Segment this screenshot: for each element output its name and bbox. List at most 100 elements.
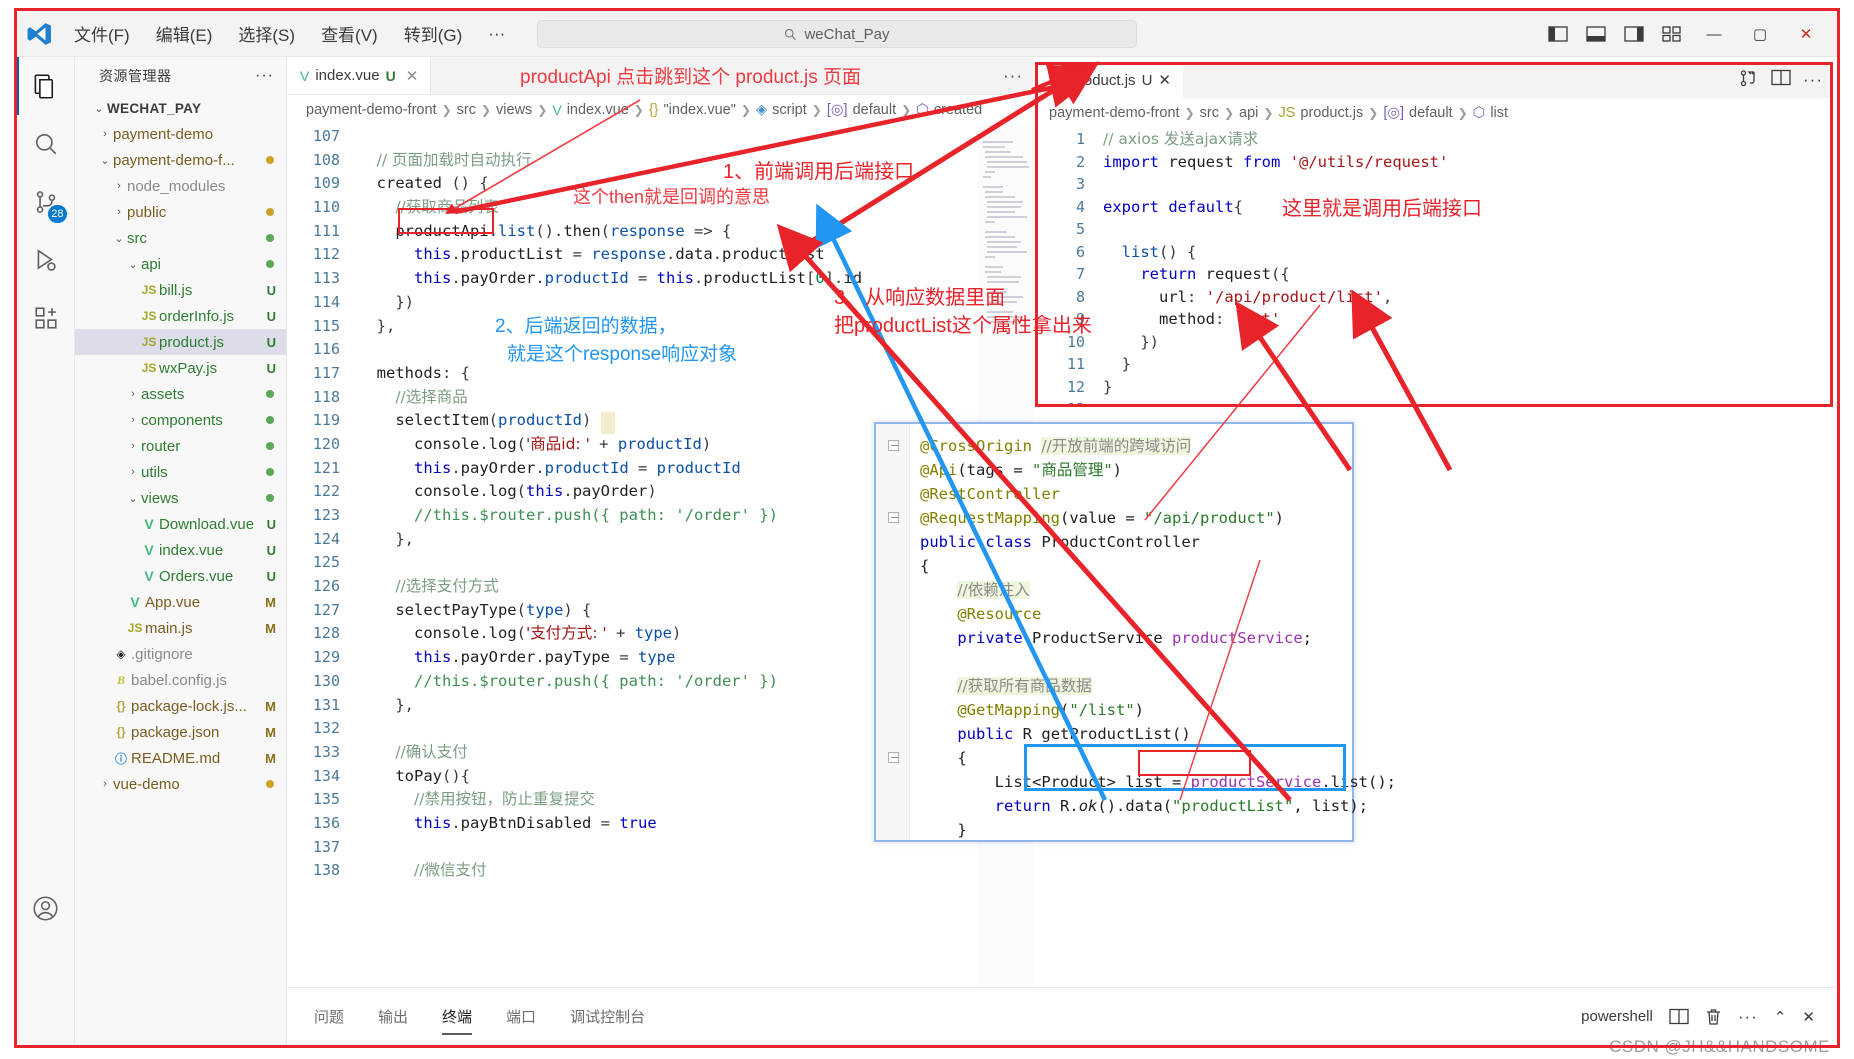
- menu-edit[interactable]: 编辑(E): [143, 17, 226, 50]
- menu-more[interactable]: ···: [475, 20, 518, 48]
- toggle-panel-icon[interactable]: [1577, 11, 1615, 57]
- breadcrumb-item[interactable]: src: [457, 102, 476, 118]
- customize-layout-icon[interactable]: [1653, 11, 1691, 57]
- tree-item-orderinfo-js[interactable]: JS orderInfo.js U: [75, 303, 286, 329]
- breadcrumb-item[interactable]: views: [496, 102, 532, 118]
- tree-item-package-lock-js---[interactable]: {} package-lock.js... M: [75, 693, 286, 719]
- window-minimize-button[interactable]: —: [1691, 11, 1737, 57]
- accounts-icon[interactable]: [17, 879, 75, 937]
- panel-tab-terminal[interactable]: 终端: [442, 1002, 473, 1035]
- tree-item-app-vue[interactable]: V App.vue M: [75, 589, 286, 615]
- panel-tab-debug-console[interactable]: 调试控制台: [570, 1002, 645, 1031]
- tree-item-download-vue[interactable]: V Download.vue U: [75, 511, 286, 537]
- breadcrumb-item[interactable]: payment-demo-front: [1049, 105, 1180, 121]
- breadcrumb-item[interactable]: list: [1490, 105, 1508, 121]
- menu-go[interactable]: 转到(G): [391, 17, 476, 50]
- menu-view[interactable]: 查看(V): [308, 17, 391, 50]
- breadcrumb-item[interactable]: "index.vue": [664, 102, 736, 118]
- editor-more-actions-icon[interactable]: ···: [1003, 66, 1023, 86]
- tree-item-index-vue[interactable]: Vindex.vue U: [75, 537, 286, 563]
- modified-dot-indicator: [266, 468, 274, 476]
- more-actions-icon[interactable]: ···: [1738, 1007, 1758, 1027]
- tree-item-readme-md[interactable]: ⓘ README.md M: [75, 745, 286, 771]
- fold-icon[interactable]: [888, 440, 899, 451]
- close-icon[interactable]: ✕: [1158, 71, 1171, 89]
- tree-item-router[interactable]: › router: [75, 433, 286, 459]
- bottom-panel: 问题 输出 终端 端口 调试控制台 powershell ··· ⌃ ✕: [288, 987, 1837, 1045]
- tree-item-bill-js[interactable]: JS bill.js U: [75, 277, 286, 303]
- menu-file[interactable]: 文件(F): [61, 17, 143, 50]
- tree-item-node-modules[interactable]: › node_modules: [75, 173, 286, 199]
- breadcrumb-item[interactable]: product.js: [1300, 105, 1363, 121]
- explorer-more-icon[interactable]: ···: [255, 67, 274, 85]
- tab-product-js[interactable]: JS product.js U ✕: [1035, 62, 1183, 98]
- window-close-button[interactable]: ✕: [1783, 11, 1829, 57]
- panel-tab-output[interactable]: 输出: [378, 1002, 408, 1031]
- close-icon[interactable]: ✕: [1802, 1008, 1815, 1026]
- tree-item--gitignore[interactable]: ◈ .gitignore: [75, 641, 286, 667]
- breadcrumb-item[interactable]: default: [853, 102, 897, 118]
- code-line: //微信支付: [414, 861, 487, 880]
- panel-tab-problems[interactable]: 问题: [314, 1002, 344, 1031]
- code-editor-right[interactable]: 12345678910111213 // axios 发送ajax请求impor…: [1035, 128, 1833, 404]
- command-search-input[interactable]: weChat_Pay: [537, 20, 1137, 48]
- tree-item-api[interactable]: ⌄ api: [75, 251, 286, 277]
- breadcrumb-item[interactable]: index.vue: [567, 102, 629, 118]
- tree-item-babel-config-js[interactable]: Bbabel.config.js: [75, 667, 286, 693]
- breadcrumb-item[interactable]: default: [1409, 105, 1453, 121]
- more-actions-icon[interactable]: ···: [1803, 70, 1823, 90]
- extensions-icon[interactable]: [17, 289, 75, 347]
- explorer-icon[interactable]: [16, 57, 75, 115]
- breadcrumb-item[interactable]: created: [934, 102, 982, 118]
- breadcrumb-right: payment-demo-front ❯ src ❯ api ❯ JS product…: [1049, 105, 1509, 121]
- tree-root-wechat-pay[interactable]: ⌄ WECHAT_PAY: [75, 95, 286, 121]
- tree-item-components[interactable]: › components: [75, 407, 286, 433]
- toggle-secondary-sidebar-icon[interactable]: [1615, 11, 1653, 57]
- tree-item-main-js[interactable]: JS main.js M: [75, 615, 286, 641]
- split-terminal-icon[interactable]: [1669, 1008, 1689, 1025]
- breadcrumb-item[interactable]: src: [1200, 105, 1219, 121]
- tree-item-utils[interactable]: › utils: [75, 459, 286, 485]
- close-icon[interactable]: ✕: [406, 67, 419, 85]
- modified-dot-indicator: [266, 208, 274, 216]
- breadcrumb-item[interactable]: api: [1239, 105, 1258, 121]
- tree-item-vue-demo[interactable]: › vue-demo: [75, 771, 286, 797]
- tree-item-views[interactable]: ⌄ views: [75, 485, 286, 511]
- chevron-up-icon[interactable]: ⌃: [1774, 1008, 1787, 1026]
- source-control-icon[interactable]: 28: [17, 173, 75, 231]
- window-maximize-button[interactable]: ▢: [1737, 11, 1783, 57]
- tree-item-orders-vue[interactable]: V Orders.vue U: [75, 563, 286, 589]
- kill-terminal-icon[interactable]: [1705, 1008, 1722, 1026]
- code-line: method: 'get': [1159, 310, 1281, 328]
- explorer-title: 资源管理器: [99, 68, 172, 84]
- tree-item-label: payment-demo-f...: [113, 151, 235, 169]
- fold-icon[interactable]: [888, 512, 899, 523]
- tree-item-label: main.js: [145, 619, 193, 637]
- tree-item-package-json[interactable]: {} package.json M: [75, 719, 286, 745]
- tree-item-payment-demo[interactable]: › payment-demo: [75, 121, 286, 147]
- toggle-primary-sidebar-icon[interactable]: [1539, 11, 1577, 57]
- search-icon[interactable]: [17, 115, 75, 173]
- line-number: 134: [312, 766, 340, 785]
- tree-item-public[interactable]: › public: [75, 199, 286, 225]
- vue-icon: V: [300, 67, 310, 84]
- git-status-badge: U: [266, 308, 276, 324]
- tree-item-product-js[interactable]: JS product.js U: [75, 329, 286, 355]
- tree-item-assets[interactable]: › assets: [75, 381, 286, 407]
- tree-item-payment-demo-f---[interactable]: ⌄ payment-demo-f...: [75, 147, 286, 173]
- vscode-logo-icon: [17, 11, 61, 57]
- menu-selection[interactable]: 选择(S): [225, 17, 308, 50]
- fold-icon[interactable]: [888, 752, 899, 763]
- split-editor-icon[interactable]: [1771, 69, 1791, 91]
- panel-tab-ports[interactable]: 端口: [506, 1002, 536, 1031]
- split-compare-icon[interactable]: [1739, 69, 1759, 92]
- breadcrumb-item[interactable]: script: [772, 102, 807, 118]
- run-debug-icon[interactable]: [17, 231, 75, 289]
- tree-item-wxpay-js[interactable]: JS wxPay.js U: [75, 355, 286, 381]
- tab-index-vue[interactable]: V index.vue U ✕: [288, 57, 432, 94]
- tree-item-src[interactable]: ⌄ src: [75, 225, 286, 251]
- line-number: 124: [312, 529, 340, 548]
- code-line: }: [1121, 355, 1132, 373]
- breadcrumb-item[interactable]: payment-demo-front: [306, 102, 437, 118]
- java-code-line: @RestController: [920, 485, 1060, 503]
